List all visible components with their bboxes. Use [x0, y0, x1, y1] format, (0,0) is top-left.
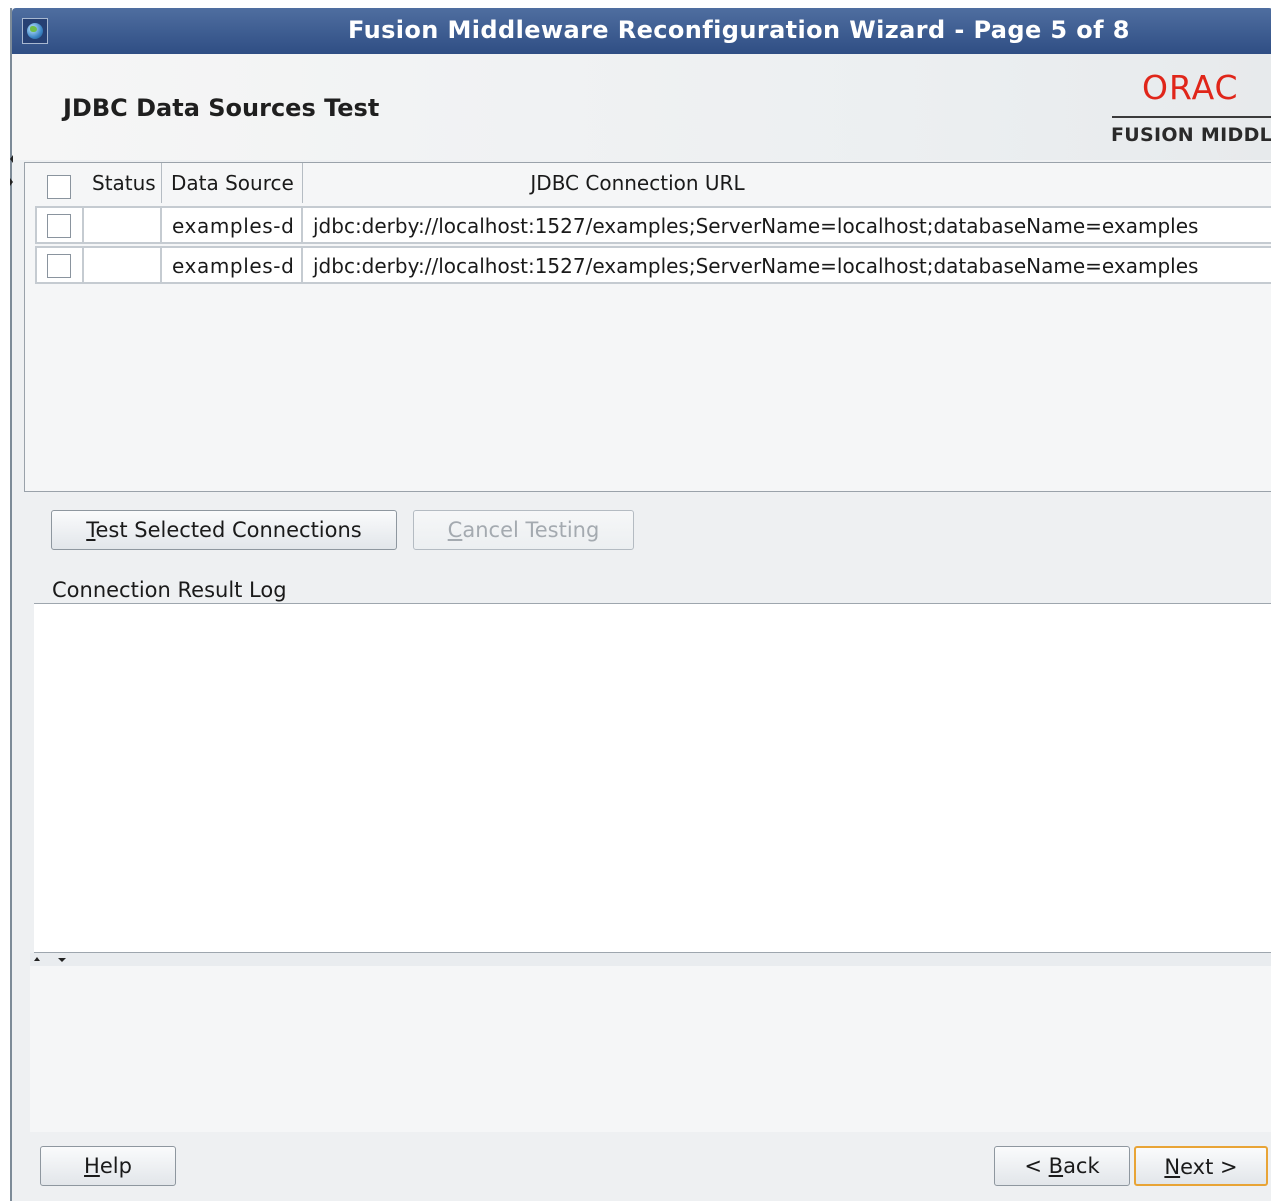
- page-header: JDBC Data Sources Test ORAC FUSION MIDDL: [12, 54, 1271, 160]
- message-area: [30, 966, 1271, 1132]
- column-header-status[interactable]: Status: [84, 163, 162, 203]
- next-mnemonic: N: [1164, 1155, 1181, 1179]
- row-data-source: examples-d: [162, 206, 303, 244]
- row-status: [84, 206, 162, 244]
- help-button[interactable]: Help: [40, 1146, 176, 1186]
- logo-subtitle: FUSION MIDDL: [1111, 124, 1271, 146]
- connection-result-log[interactable]: [34, 603, 1271, 953]
- oracle-logo: ORAC: [1142, 68, 1239, 107]
- table-row[interactable]: examples-d jdbc:derby://localhost:1527/e…: [25, 246, 1271, 286]
- row-checkbox[interactable]: [47, 254, 71, 278]
- back-label: ack: [1063, 1154, 1100, 1178]
- row-jdbc-url: jdbc:derby://localhost:1527/examples;Ser…: [303, 246, 1271, 284]
- next-button[interactable]: Next >: [1134, 1146, 1268, 1186]
- table-header: Status Data Source JDBC Connection URL: [25, 163, 1271, 203]
- cancel-testing-button[interactable]: Cancel Testing: [413, 510, 634, 550]
- table-row[interactable]: examples-d jdbc:derby://localhost:1527/e…: [25, 206, 1271, 246]
- column-header-jdbc-url[interactable]: JDBC Connection URL: [303, 163, 1271, 203]
- help-label: elp: [99, 1154, 132, 1178]
- back-button[interactable]: < Back: [994, 1146, 1130, 1186]
- back-mnemonic: B: [1048, 1154, 1064, 1178]
- back-prefix: <: [1024, 1154, 1049, 1178]
- row-data-source: examples-d: [162, 246, 303, 284]
- test-selected-connections-button[interactable]: Test Selected Connections: [51, 510, 397, 550]
- row-jdbc-url: jdbc:derby://localhost:1527/examples;Ser…: [303, 206, 1271, 244]
- connection-result-log-label: Connection Result Log: [52, 578, 287, 602]
- page-title: JDBC Data Sources Test: [63, 94, 380, 122]
- logo-divider: [1112, 116, 1271, 118]
- divider-up-arrow-icon[interactable]: [34, 957, 40, 961]
- collapse-left-arrow-icon[interactable]: [10, 155, 13, 163]
- cancel-button-mnemonic: C: [447, 518, 463, 542]
- divider-down-arrow-icon[interactable]: [58, 958, 66, 962]
- help-mnemonic: H: [84, 1154, 100, 1178]
- data-sources-table: Status Data Source JDBC Connection URL e…: [24, 162, 1271, 492]
- window-title: Fusion Middleware Reconfiguration Wizard…: [348, 16, 1130, 44]
- column-header-data-source[interactable]: Data Source: [162, 163, 303, 203]
- test-button-label: est Selected Connections: [95, 518, 362, 542]
- row-select-cell: [35, 206, 84, 244]
- globe-app-icon[interactable]: [22, 18, 48, 44]
- expand-right-arrow-icon[interactable]: [10, 178, 13, 186]
- test-button-mnemonic: T: [86, 518, 96, 542]
- select-all-column: [25, 163, 84, 203]
- row-select-cell: [35, 246, 84, 284]
- row-checkbox[interactable]: [47, 214, 71, 238]
- cancel-button-label: ancel Testing: [462, 518, 600, 542]
- next-label: ext >: [1180, 1155, 1238, 1179]
- title-bar[interactable]: Fusion Middleware Reconfiguration Wizard…: [12, 8, 1271, 54]
- row-status: [84, 246, 162, 284]
- select-all-checkbox[interactable]: [47, 175, 71, 199]
